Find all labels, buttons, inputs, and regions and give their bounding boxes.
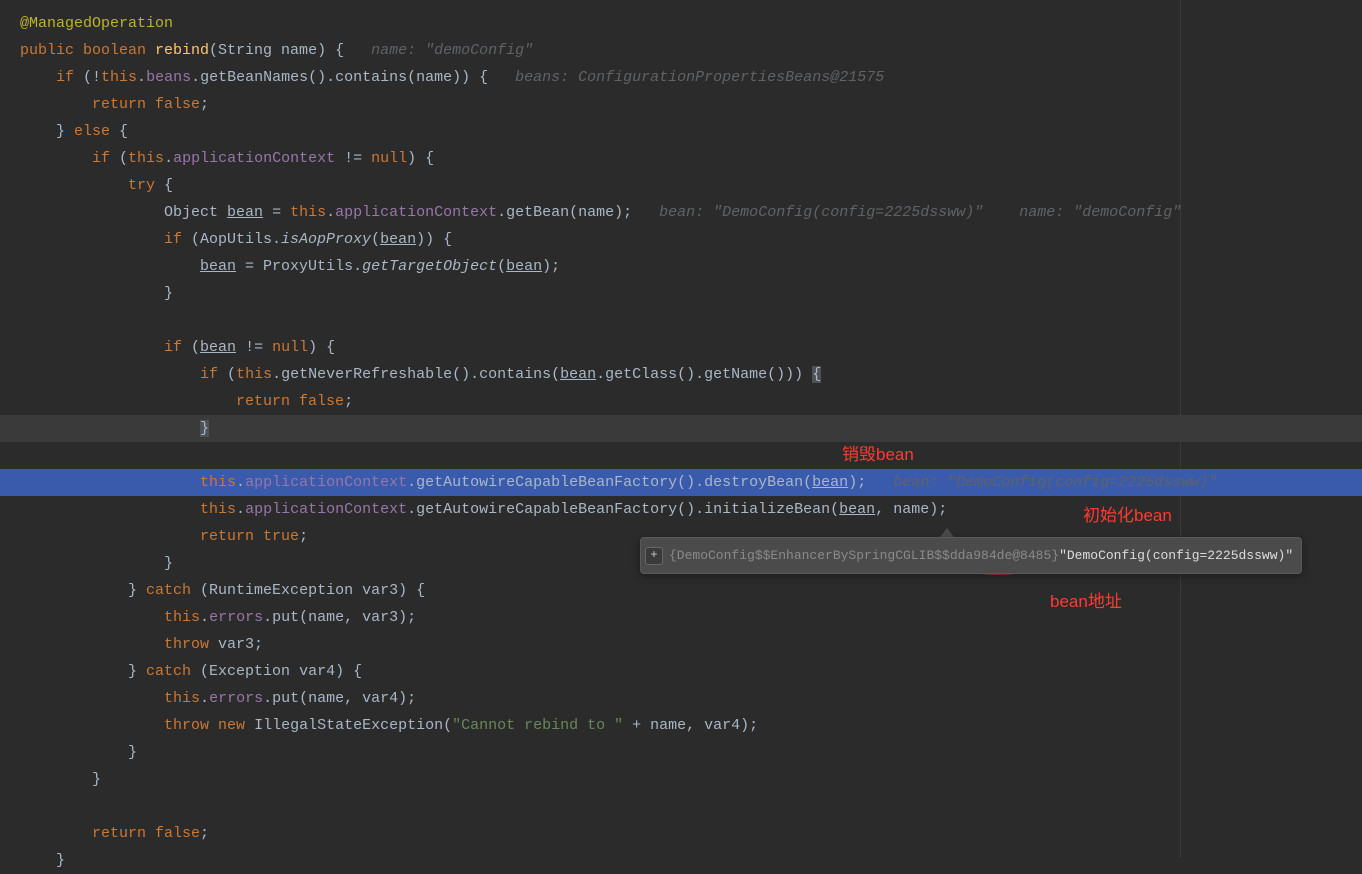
code-line[interactable]: return false; (0, 91, 1362, 118)
code-line[interactable]: try { (0, 172, 1362, 199)
code-line[interactable]: return false; (0, 820, 1362, 847)
code-line[interactable]: } catch (Exception var4) { (0, 658, 1362, 685)
code-line[interactable]: if (this.applicationContext != null) { (0, 145, 1362, 172)
code-line[interactable]: if (bean != null) { (0, 334, 1362, 361)
code-line[interactable]: this.errors.put(name, var3); (0, 604, 1362, 631)
code-line[interactable] (0, 307, 1362, 334)
code-line[interactable]: @ManagedOperation (0, 10, 1362, 37)
inline-hint: beans: ConfigurationPropertiesBeans@2157… (515, 69, 884, 86)
code-line[interactable]: } else { (0, 118, 1362, 145)
code-line-current[interactable]: } (0, 415, 1362, 442)
code-line[interactable]: if (AopUtils.isAopProxy(bean)) { (0, 226, 1362, 253)
tooltip-arrow-icon (940, 528, 954, 537)
code-line[interactable]: if (this.getNeverRefreshable().contains(… (0, 361, 1362, 388)
debug-tooltip[interactable]: + {DemoConfig$$EnhancerBySpringCGLIB$$dd… (640, 537, 1302, 574)
code-line[interactable]: } (0, 739, 1362, 766)
code-line[interactable]: this.applicationContext.getAutowireCapab… (0, 496, 1362, 523)
code-line[interactable]: } (0, 766, 1362, 793)
code-line[interactable]: throw new IllegalStateException("Cannot … (0, 712, 1362, 739)
code-line[interactable]: } catch (RuntimeException var3) { (0, 577, 1362, 604)
code-line[interactable]: Object bean = this.applicationContext.ge… (0, 199, 1362, 226)
code-line[interactable] (0, 793, 1362, 820)
code-line-breakpoint[interactable]: this.applicationContext.getAutowireCapab… (0, 469, 1362, 496)
code-line[interactable]: this.errors.put(name, var4); (0, 685, 1362, 712)
code-line[interactable] (0, 442, 1362, 469)
code-editor[interactable]: @ManagedOperation public boolean rebind(… (0, 0, 1362, 858)
expand-icon[interactable]: + (645, 547, 663, 565)
code-line[interactable]: return false; (0, 388, 1362, 415)
annotation: @ManagedOperation (20, 15, 173, 32)
code-line[interactable]: if (!this.beans.getBeanNames().contains(… (0, 64, 1362, 91)
code-line[interactable]: bean = ProxyUtils.getTargetObject(bean); (0, 253, 1362, 280)
tooltip-value: "DemoConfig(config=2225dssww)" (1059, 542, 1293, 569)
inline-hint: bean: "DemoConfig(config=2225dssww)" (893, 474, 1217, 491)
tooltip-object: {DemoConfig$$EnhancerBySpringCGLIB$$dda9… (669, 542, 1059, 569)
code-line[interactable]: } (0, 280, 1362, 307)
inline-hint: name: "demoConfig" (371, 42, 533, 59)
code-line[interactable]: } (0, 847, 1362, 874)
inline-hint: bean: "DemoConfig(config=2225dssww)" nam… (659, 204, 1181, 221)
code-line[interactable]: public boolean rebind(String name) { nam… (0, 37, 1362, 64)
code-line[interactable]: throw var3; (0, 631, 1362, 658)
